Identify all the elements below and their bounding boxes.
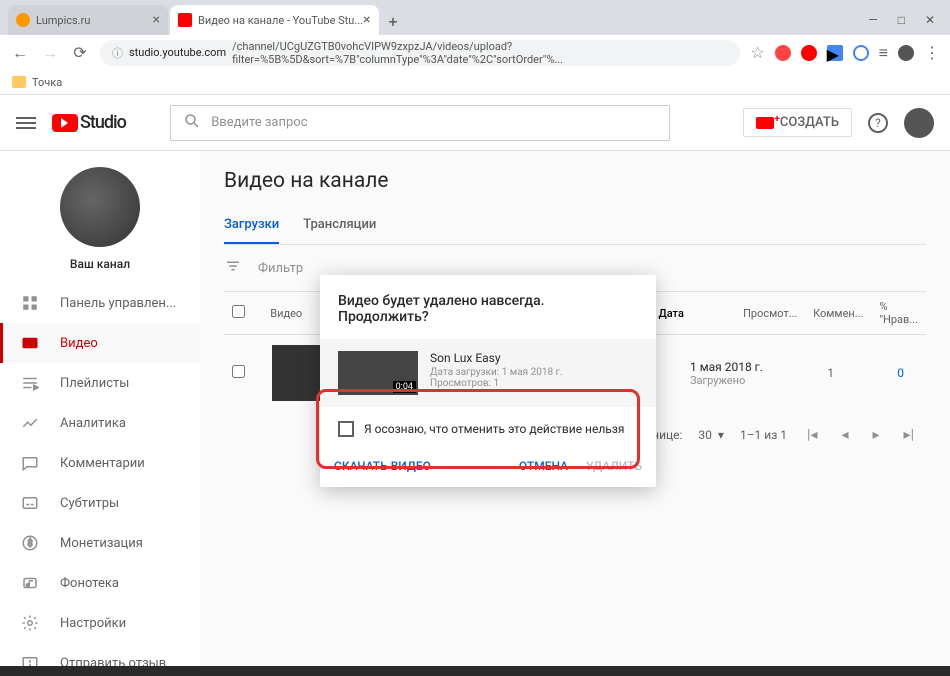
folder-icon bbox=[12, 76, 26, 88]
dialog-thumbnail bbox=[338, 351, 418, 395]
bookmark-item[interactable]: Точка bbox=[32, 76, 62, 89]
extension-icon[interactable]: ▶ bbox=[827, 45, 843, 61]
dialog-video-views: Просмотров: 1 bbox=[430, 378, 562, 389]
url-path: /channel/UCgUZGTB0vohcVIPW9zxpzJA/videos… bbox=[232, 40, 728, 66]
reload-icon[interactable]: ⟳ bbox=[70, 43, 90, 62]
browser-tab[interactable]: Lumpics.ru × bbox=[8, 5, 168, 35]
close-icon[interactable]: × bbox=[153, 12, 160, 28]
back-icon[interactable]: ← bbox=[10, 43, 30, 63]
settings-icon[interactable]: ≡ bbox=[879, 43, 888, 63]
url-host: studio.youtube.com bbox=[129, 46, 226, 59]
info-icon: ⓘ bbox=[112, 45, 123, 61]
extension-icon[interactable] bbox=[801, 45, 817, 61]
audio-icon bbox=[20, 573, 40, 593]
tab-favicon-icon bbox=[178, 13, 192, 27]
extension-icon[interactable] bbox=[853, 45, 869, 61]
browser-tab-active[interactable]: Видео на канале - YouTube Stu... × bbox=[170, 5, 379, 35]
address-bar[interactable]: ⓘ studio.youtube.com/channel/UCgUZGTB0vo… bbox=[100, 40, 740, 66]
menu-icon[interactable] bbox=[16, 117, 36, 129]
profile-avatar[interactable] bbox=[898, 45, 914, 61]
video-icon bbox=[20, 333, 40, 353]
minimize-icon[interactable]: — bbox=[868, 13, 877, 27]
delete-dialog: Видео будет удалено навсегда. Продолжить… bbox=[320, 275, 656, 487]
download-button[interactable]: СКАЧАТЬ ВИДЕО bbox=[334, 459, 431, 473]
dialog-video-date: Дата загрузки: 1 мая 2018 г. bbox=[430, 367, 562, 378]
subtitles-icon bbox=[20, 493, 40, 513]
menu-icon[interactable]: ⋮ bbox=[924, 43, 940, 62]
dashboard-icon bbox=[20, 293, 40, 313]
delete-button[interactable]: УДАЛИТЬ bbox=[586, 459, 642, 473]
comments-icon bbox=[20, 453, 40, 473]
star-icon[interactable]: ☆ bbox=[750, 43, 764, 62]
close-icon[interactable]: × bbox=[363, 12, 370, 28]
cancel-button[interactable]: ОТМЕНА bbox=[519, 459, 568, 473]
tab-favicon-icon bbox=[16, 13, 30, 27]
dialog-title: Видео будет удалено навсегда. Продолжить… bbox=[320, 293, 656, 339]
svg-text:$: $ bbox=[27, 538, 32, 549]
maximize-icon[interactable]: □ bbox=[898, 13, 905, 27]
tab-title: Видео на канале - YouTube Stu... bbox=[198, 14, 363, 27]
new-tab-button[interactable]: + bbox=[381, 8, 406, 35]
close-window-icon[interactable]: ✕ bbox=[925, 13, 935, 27]
gear-icon bbox=[20, 613, 40, 633]
analytics-icon bbox=[20, 413, 40, 433]
confirm-label: Я осознаю, что отменить это действие нел… bbox=[364, 422, 624, 436]
playlist-icon bbox=[20, 373, 40, 393]
tab-title: Lumpics.ru bbox=[36, 14, 90, 27]
confirm-checkbox[interactable] bbox=[338, 421, 354, 437]
forward-icon[interactable]: → bbox=[40, 43, 60, 63]
feedback-icon bbox=[20, 653, 40, 666]
extension-icon[interactable] bbox=[775, 45, 791, 61]
monetization-icon: $ bbox=[20, 533, 40, 553]
dialog-video-title: Son Lux Easy bbox=[430, 351, 562, 365]
dialog-overlay: Видео будет удалено навсегда. Продолжить… bbox=[38, 100, 938, 664]
